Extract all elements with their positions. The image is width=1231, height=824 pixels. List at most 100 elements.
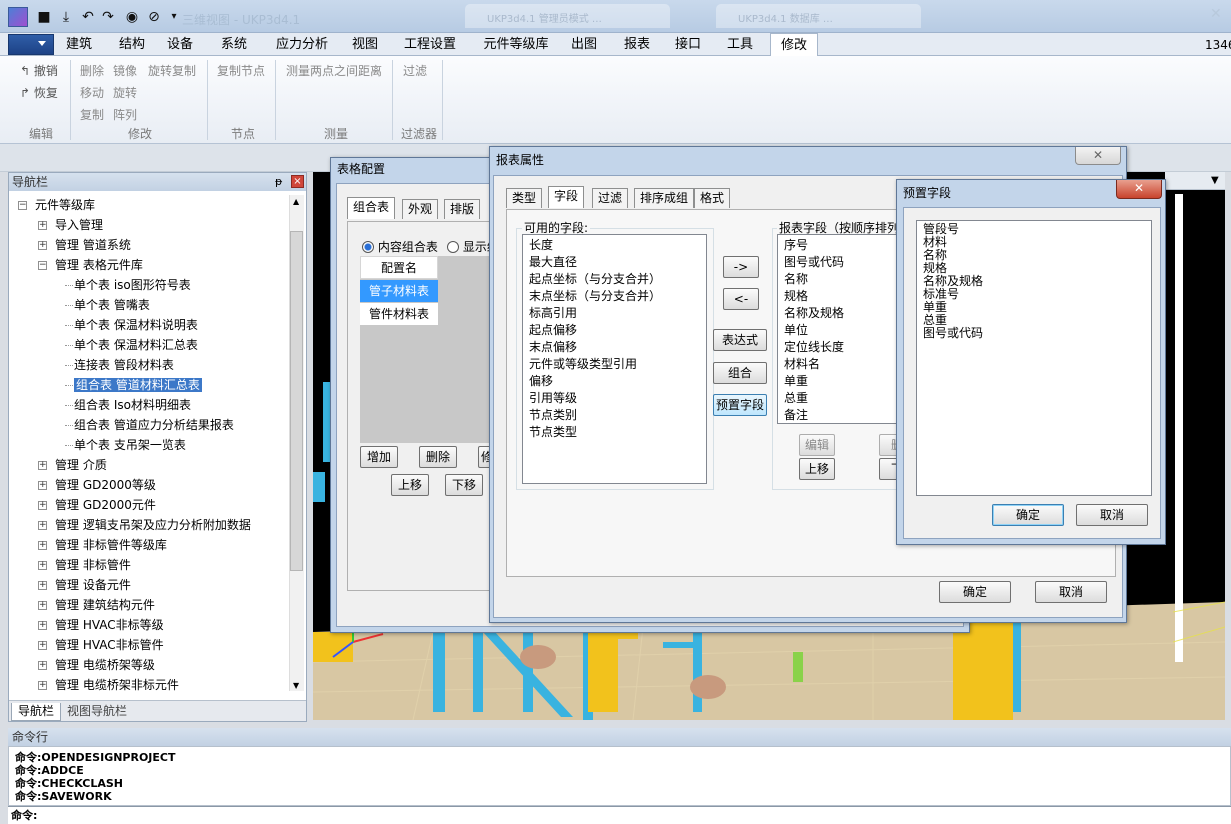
move-up-button[interactable]: 上移 bbox=[391, 474, 429, 496]
tree-item[interactable]: 管理 电缆桥架等级 bbox=[55, 655, 155, 675]
ribbon-tab[interactable]: 工具 bbox=[718, 33, 762, 56]
mirror-button[interactable]: 镜像 bbox=[113, 62, 137, 79]
ribbon-tab[interactable]: 报表 bbox=[615, 33, 659, 56]
report-field-item[interactable]: 规格 bbox=[784, 288, 808, 305]
available-field-item[interactable]: 节点类别 bbox=[529, 407, 577, 424]
tree-item[interactable]: 组合表 管道材料汇总表 bbox=[74, 375, 202, 395]
tree-item[interactable]: 管理 GD2000元件 bbox=[55, 495, 156, 515]
tree-item[interactable]: 管理 逻辑支吊架及应力分析附加数据 bbox=[55, 515, 251, 535]
tree-expander-icon[interactable]: + bbox=[38, 501, 47, 510]
ribbon-tab[interactable]: 修改 bbox=[770, 33, 818, 56]
available-field-item[interactable]: 节点类型 bbox=[529, 424, 577, 441]
delete-button[interactable]: 删除 bbox=[80, 62, 104, 79]
tree-item[interactable]: 管理 非标管件等级库 bbox=[55, 535, 167, 555]
tree-item[interactable]: 单个表 保温材料说明表 bbox=[74, 315, 198, 335]
tree-expander-icon[interactable]: + bbox=[38, 541, 47, 550]
ok-button[interactable]: 确定 bbox=[939, 581, 1011, 603]
tab-fields[interactable]: 字段 bbox=[548, 186, 585, 208]
report-field-item[interactable]: 单重 bbox=[784, 373, 808, 390]
application-menu-button[interactable] bbox=[8, 34, 54, 55]
tree-expander-icon[interactable]: − bbox=[18, 201, 27, 210]
cancel-button[interactable]: 取消 bbox=[1076, 504, 1148, 526]
ribbon-tab[interactable]: 设备 bbox=[158, 33, 202, 56]
tab-sort-group[interactable]: 排序成组 bbox=[634, 188, 695, 208]
tree-expander-icon[interactable]: − bbox=[38, 261, 47, 270]
available-field-item[interactable]: 偏移 bbox=[529, 373, 553, 390]
tree-item[interactable]: 连接表 管段材料表 bbox=[74, 355, 174, 375]
tree-expander-icon[interactable]: + bbox=[38, 561, 47, 570]
add-button[interactable]: 增加 bbox=[360, 446, 398, 468]
tree-item[interactable]: 管理 非标管件 bbox=[55, 555, 131, 575]
edit-field-button[interactable]: 编辑 bbox=[799, 434, 835, 456]
report-field-item[interactable]: 总重 bbox=[784, 390, 808, 407]
tree-item[interactable]: 单个表 iso图形符号表 bbox=[74, 275, 191, 295]
report-field-item[interactable]: 定位线长度 bbox=[784, 339, 844, 356]
tree-item[interactable]: 管理 HVAC非标管件 bbox=[55, 635, 164, 655]
tree-expander-icon[interactable]: + bbox=[38, 661, 47, 670]
tab-type[interactable]: 类型 bbox=[506, 188, 543, 208]
move-down-button[interactable]: 下移 bbox=[445, 474, 483, 496]
tab-navigation[interactable]: 导航栏 bbox=[11, 703, 62, 721]
redo-icon[interactable]: ↷ bbox=[100, 9, 116, 25]
ribbon-tab[interactable]: 元件等级库 bbox=[476, 33, 556, 56]
download-icon[interactable]: ⤓ bbox=[58, 9, 74, 25]
rotate-copy-button[interactable]: 旋转复制 bbox=[148, 62, 196, 79]
save-icon[interactable]: ■ bbox=[36, 9, 52, 25]
tree-item[interactable]: 管理 建筑结构元件 bbox=[55, 595, 155, 615]
radio-content-combined[interactable]: 内容组合表 bbox=[362, 238, 438, 255]
pin-icon[interactable]: ᵽ bbox=[275, 175, 282, 188]
scroll-down-icon[interactable]: ▼ bbox=[293, 681, 299, 690]
scroll-up-icon[interactable]: ▲ bbox=[293, 197, 299, 206]
report-field-item[interactable]: 单位 bbox=[784, 322, 808, 339]
array-button[interactable]: 阵列 bbox=[113, 106, 137, 123]
tree-expander-icon[interactable]: + bbox=[38, 521, 47, 530]
available-field-item[interactable]: 长度 bbox=[529, 237, 553, 254]
available-field-item[interactable]: 标高引用 bbox=[529, 305, 577, 322]
preset-fields-button[interactable]: 预置字段 bbox=[713, 394, 767, 416]
ribbon-tab[interactable]: 出图 bbox=[562, 33, 606, 56]
tree-item[interactable]: 单个表 支吊架一览表 bbox=[74, 435, 186, 455]
tree-item[interactable]: 管理 电缆桥架非标元件 bbox=[55, 675, 179, 695]
tree-expander-icon[interactable]: + bbox=[38, 241, 47, 250]
tree-item[interactable]: 管理 GD2000等级 bbox=[55, 475, 156, 495]
report-field-item[interactable]: 备注 bbox=[784, 407, 808, 424]
tree-item[interactable]: 管理 介质 bbox=[55, 455, 107, 475]
available-field-item[interactable]: 元件或等级类型引用 bbox=[529, 356, 637, 373]
config-list[interactable]: 配置名 管子材料表 管件材料表 bbox=[360, 256, 495, 443]
report-field-item[interactable]: 名称 bbox=[784, 271, 808, 288]
tree-root[interactable]: 元件等级库 bbox=[35, 195, 95, 215]
command-input[interactable]: 命令: bbox=[8, 806, 1231, 824]
available-field-item[interactable]: 末点坐标（与分支合并） bbox=[529, 288, 661, 305]
preset-field-item[interactable]: 图号或代码 bbox=[923, 327, 983, 340]
copy-node-button[interactable]: 复制节点 bbox=[217, 62, 265, 79]
measure-distance-button[interactable]: 测量两点之间距离 bbox=[286, 62, 382, 79]
scrollbar-thumb[interactable] bbox=[290, 231, 303, 571]
move-button[interactable]: 移动 bbox=[80, 84, 104, 101]
report-field-item[interactable]: 名称及规格 bbox=[784, 305, 844, 322]
quick-access-dropdown-icon[interactable]: ▾ bbox=[166, 9, 182, 25]
viewport-dropdown-icon[interactable]: ▼ bbox=[1211, 175, 1219, 186]
close-icon[interactable]: × bbox=[291, 175, 304, 188]
tree-expander-icon[interactable]: + bbox=[38, 621, 47, 630]
redo-button[interactable]: ↱ 恢复 bbox=[20, 84, 58, 101]
report-field-item[interactable]: 图号或代码 bbox=[784, 254, 844, 271]
tab-combined-table[interactable]: 组合表 bbox=[347, 197, 396, 219]
report-field-item[interactable]: 材料名 bbox=[784, 356, 820, 373]
ribbon-tab[interactable]: 结构 bbox=[110, 33, 154, 56]
tab-appearance[interactable]: 外观 bbox=[402, 199, 439, 219]
window-close-icon[interactable]: ✕ bbox=[1210, 6, 1222, 22]
tree-item[interactable]: 单个表 管嘴表 bbox=[74, 295, 150, 315]
ribbon-tab[interactable]: 工程设置 bbox=[395, 33, 465, 56]
available-field-item[interactable]: 最大直径 bbox=[529, 254, 577, 271]
list-item-selected[interactable]: 管子材料表 bbox=[360, 280, 438, 302]
tree-expander-icon[interactable]: + bbox=[38, 601, 47, 610]
tab-layout[interactable]: 排版 bbox=[444, 199, 481, 219]
rotate-button[interactable]: 旋转 bbox=[113, 84, 137, 101]
close-button[interactable]: ✕ bbox=[1075, 147, 1121, 165]
available-field-item[interactable]: 引用等级 bbox=[529, 390, 577, 407]
copy-button[interactable]: 复制 bbox=[80, 106, 104, 123]
ribbon-tab[interactable]: 视图 bbox=[343, 33, 387, 56]
tree-item[interactable]: 组合表 管道应力分析结果报表 bbox=[74, 415, 234, 435]
report-field-item[interactable]: 序号 bbox=[784, 237, 808, 254]
tab-format[interactable]: 格式 bbox=[694, 188, 731, 208]
